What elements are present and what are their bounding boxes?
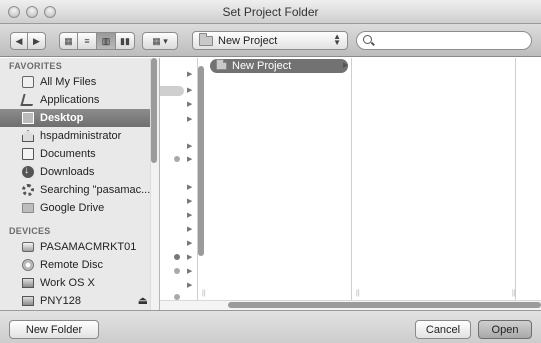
browser-column-3 bbox=[352, 58, 516, 300]
disclosure-icon: ▶ bbox=[187, 87, 193, 94]
disclosure-icon: ▶ bbox=[187, 116, 193, 123]
favorites-header: FAVORITES bbox=[9, 61, 63, 71]
sidebar-item-computer[interactable]: PASAMACMRKT01 bbox=[0, 238, 158, 256]
back-forward-control: ◀ ▶ bbox=[10, 32, 46, 50]
dialog-footer: New Folder Cancel Open bbox=[0, 310, 541, 343]
window-title: Set Project Folder bbox=[222, 5, 319, 19]
sidebar-item-work-os-x[interactable]: Work OS X bbox=[0, 274, 158, 292]
browser-item-new-project[interactable]: New Project bbox=[210, 59, 348, 73]
file-icon bbox=[174, 268, 180, 274]
column-view-button[interactable]: ▥ bbox=[97, 32, 116, 50]
sidebar-item-all-my-files[interactable]: All My Files bbox=[0, 73, 158, 91]
disclosure-icon: ▶ bbox=[187, 143, 193, 150]
disclosure-icon: ▶ bbox=[187, 212, 193, 219]
coverflow-view-button[interactable]: ▮▮ bbox=[116, 32, 135, 50]
location-popup[interactable]: New Project ▲ ▼ bbox=[192, 31, 348, 50]
disclosure-icon: ▶ bbox=[187, 282, 193, 289]
disclosure-icon: ▶ bbox=[187, 156, 193, 163]
sidebar-item-smart-search[interactable]: Searching "pasamac... bbox=[0, 181, 158, 199]
grid-icon: ▦ ▾ bbox=[152, 35, 168, 46]
disclosure-icon: ▶ bbox=[187, 226, 193, 233]
sidebar: FAVORITES All My Files Applications Desk… bbox=[0, 58, 160, 310]
partial-row bbox=[160, 86, 184, 96]
sidebar-item-documents[interactable]: Documents bbox=[0, 145, 158, 163]
column-browser: ▶ ▶ ▶ ▶ ▶ ▶ ▶ ▶ ▶ ▶ ▶ ▶ ▶ ▶ New Project … bbox=[160, 58, 541, 310]
list-view-button[interactable]: ≡ bbox=[78, 32, 97, 50]
forward-arrow-icon: ▶ bbox=[33, 35, 40, 46]
browser-column-2 bbox=[206, 58, 352, 300]
back-button[interactable]: ◀ bbox=[10, 32, 28, 50]
sidebar-item-home[interactable]: hspadministrator bbox=[0, 127, 158, 145]
horizontal-scroll-thumb[interactable] bbox=[228, 302, 541, 308]
arrange-button[interactable]: ▦ ▾ bbox=[142, 32, 178, 50]
column-view-icon: ▥ bbox=[101, 35, 111, 46]
folder-icon bbox=[199, 32, 213, 46]
popup-arrows-icon: ▲ ▼ bbox=[333, 32, 341, 47]
home-icon bbox=[22, 130, 34, 142]
sidebar-item-applications[interactable]: Applications bbox=[0, 91, 158, 109]
eject-icon[interactable]: ⏏ bbox=[138, 294, 148, 307]
all-files-icon bbox=[22, 76, 34, 88]
sidebar-item-google-drive[interactable]: Google Drive bbox=[0, 199, 158, 217]
open-button[interactable]: Open bbox=[478, 320, 532, 339]
disclosure-icon: ▶ bbox=[187, 198, 193, 205]
drive-icon bbox=[22, 278, 34, 288]
sidebar-scroll-thumb[interactable] bbox=[151, 58, 157, 163]
search-icon bbox=[363, 35, 372, 44]
coverflow-view-icon: ▮▮ bbox=[120, 35, 130, 46]
documents-icon bbox=[22, 148, 34, 160]
desktop-icon bbox=[22, 112, 34, 124]
back-arrow-icon: ◀ bbox=[15, 35, 23, 46]
location-label: New Project bbox=[218, 34, 278, 47]
browser-column-4 bbox=[516, 58, 541, 300]
downloads-icon bbox=[22, 165, 34, 178]
column-1-scroll-thumb[interactable] bbox=[198, 66, 204, 256]
column-resize-handle[interactable]: || bbox=[356, 290, 360, 297]
devices-header: DEVICES bbox=[9, 226, 51, 236]
title-bar: Set Project Folder bbox=[0, 0, 541, 24]
sidebar-item-remote-disc[interactable]: Remote Disc bbox=[0, 256, 158, 274]
file-icon bbox=[174, 254, 180, 260]
applications-icon bbox=[20, 94, 36, 106]
disclosure-icon: ▶ bbox=[187, 184, 193, 191]
disclosure-icon: ▶ bbox=[187, 254, 193, 261]
icon-view-icon: ▦ bbox=[64, 35, 73, 46]
disclosure-icon: ▶ bbox=[187, 240, 193, 247]
disclosure-icon: ▶ bbox=[187, 268, 193, 275]
computer-icon bbox=[22, 242, 34, 252]
cancel-button[interactable]: Cancel bbox=[415, 320, 471, 339]
folder-icon bbox=[22, 203, 34, 213]
drive-icon bbox=[22, 296, 34, 306]
disc-icon bbox=[22, 259, 34, 271]
smart-folder-icon bbox=[22, 184, 34, 196]
sidebar-item-desktop[interactable]: Desktop bbox=[0, 109, 158, 127]
sidebar-item-pny128[interactable]: PNY128 ⏏ bbox=[0, 292, 158, 310]
disclosure-icon: ▶ bbox=[187, 101, 193, 108]
view-mode-control: ▦ ≡ ▥ ▮▮ bbox=[59, 32, 135, 50]
list-view-icon: ≡ bbox=[84, 36, 90, 46]
sidebar-item-downloads[interactable]: Downloads bbox=[0, 163, 158, 181]
disclosure-icon: ▶ bbox=[343, 62, 349, 69]
search-field[interactable] bbox=[356, 31, 532, 50]
forward-button[interactable]: ▶ bbox=[28, 32, 46, 50]
disclosure-icon: ▶ bbox=[187, 71, 193, 78]
folder-icon bbox=[216, 59, 227, 70]
file-icon bbox=[174, 156, 180, 162]
icon-view-button[interactable]: ▦ bbox=[59, 32, 78, 50]
column-resize-handle[interactable]: || bbox=[512, 290, 516, 297]
column-resize-handle[interactable]: || bbox=[202, 290, 206, 297]
new-folder-button[interactable]: New Folder bbox=[9, 320, 99, 339]
